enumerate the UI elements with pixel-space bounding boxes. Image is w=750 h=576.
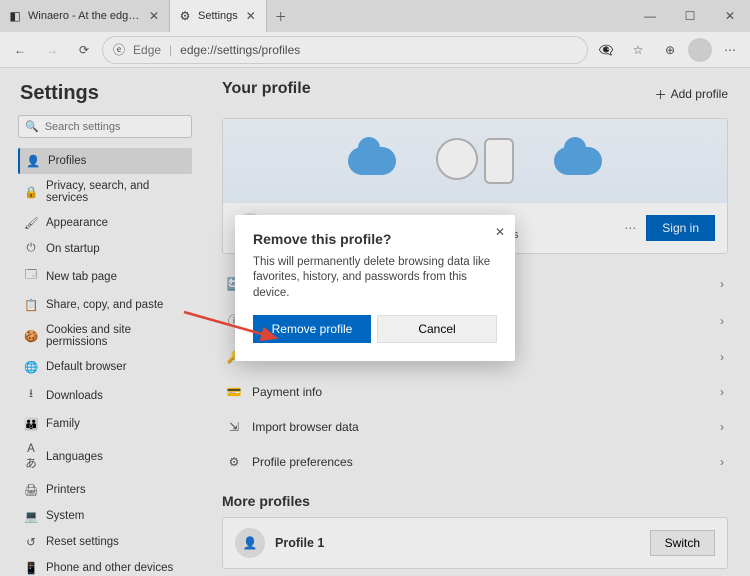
- close-icon[interactable]: ✕: [495, 225, 505, 239]
- dialog-body: This will permanently delete browsing da…: [253, 255, 497, 302]
- dialog-title: Remove this profile?: [253, 231, 497, 247]
- remove-profile-dialog: ✕ Remove this profile? This will permane…: [235, 215, 515, 362]
- remove-profile-button[interactable]: Remove profile: [253, 315, 371, 343]
- cancel-button[interactable]: Cancel: [377, 315, 497, 343]
- modal-overlay: ✕ Remove this profile? This will permane…: [0, 0, 750, 576]
